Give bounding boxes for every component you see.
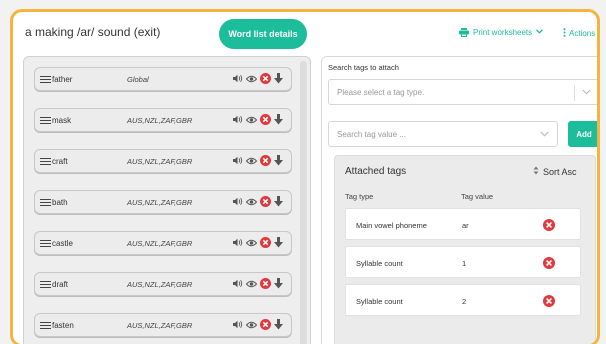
tag-panel: Search tags to attach Please select a ta… xyxy=(321,56,597,344)
remove-tag-icon[interactable] xyxy=(543,218,555,236)
tag-value: ar xyxy=(462,221,469,230)
tag-type-value: Main vowel phoneme xyxy=(356,221,427,230)
drag-handle-icon[interactable] xyxy=(40,76,51,84)
arrow-down-icon[interactable] xyxy=(274,155,283,166)
arrow-down-icon[interactable] xyxy=(274,196,283,207)
eye-icon[interactable] xyxy=(246,116,257,124)
column-header-tag-value: Tag value xyxy=(461,192,494,201)
eye-icon[interactable] xyxy=(246,280,257,288)
tag-type-select[interactable]: Please select a tag type. xyxy=(328,79,597,105)
arrow-down-icon[interactable] xyxy=(274,278,283,289)
arrow-down-icon[interactable] xyxy=(274,114,283,125)
sort-label: Sort Asc xyxy=(543,166,577,177)
arrow-down-icon[interactable] xyxy=(274,319,283,330)
search-tags-label: Search tags to attach xyxy=(328,63,399,72)
word-list-frame: a making /ar/ sound (exit) Word list det… xyxy=(10,9,600,344)
word-list-item[interactable]: craft AUS,NZL,ZAF,GBR xyxy=(34,149,292,173)
drag-handle-icon[interactable] xyxy=(40,322,51,330)
delete-icon[interactable] xyxy=(260,319,271,330)
tag-value-placeholder: Search tag value ... xyxy=(337,129,406,139)
tag-value: 1 xyxy=(462,259,467,268)
tag-type-placeholder: Please select a tag type. xyxy=(337,87,425,97)
word-text: bath xyxy=(52,198,68,207)
word-list-panel: father Global mask AUS,NZL,ZAF,GBR craft AUS,… xyxy=(23,56,311,344)
attached-tag-row: Syllable count 2 xyxy=(345,284,581,316)
word-list-item[interactable]: castle AUS,NZL,ZAF,GBR xyxy=(34,231,292,255)
drag-handle-icon[interactable] xyxy=(40,240,51,248)
tag-value: 2 xyxy=(462,297,467,306)
delete-icon[interactable] xyxy=(260,73,271,84)
drag-handle-icon[interactable] xyxy=(40,281,51,289)
word-regions: AUS,NZL,ZAF,GBR xyxy=(127,198,193,207)
speaker-icon[interactable] xyxy=(233,74,243,83)
column-header-tag-type: Tag type xyxy=(345,192,374,201)
attached-tag-row: Syllable count 1 xyxy=(345,246,581,278)
tag-value-search[interactable]: Search tag value ... xyxy=(328,121,558,147)
eye-icon[interactable] xyxy=(246,157,257,165)
actions-menu[interactable]: Actions xyxy=(563,28,595,39)
word-list-item[interactable]: draft AUS,NZL,ZAF,GBR xyxy=(34,272,292,296)
word-regions: AUS,NZL,ZAF,GBR xyxy=(127,321,193,330)
chevron-down-icon xyxy=(536,29,544,36)
word-list-item[interactable]: fasten AUS,NZL,ZAF,GBR xyxy=(34,313,292,337)
print-worksheets-label: Print worksheets xyxy=(473,28,533,37)
word-list-item[interactable]: bath AUS,NZL,ZAF,GBR xyxy=(34,190,292,214)
delete-icon[interactable] xyxy=(260,237,271,248)
drag-handle-icon[interactable] xyxy=(40,158,51,166)
eye-icon[interactable] xyxy=(246,198,257,206)
drag-handle-icon[interactable] xyxy=(40,199,51,207)
word-text: castle xyxy=(52,239,73,248)
word-regions: AUS,NZL,ZAF,GBR xyxy=(127,157,193,166)
attached-tag-row: Main vowel phoneme ar xyxy=(345,208,581,240)
select-divider xyxy=(574,85,575,101)
page-title: a making /ar/ sound (exit) xyxy=(25,25,161,39)
attached-tags-title: Attached tags xyxy=(345,166,407,177)
eye-icon[interactable] xyxy=(246,321,257,329)
word-list-scrollbar[interactable] xyxy=(300,61,307,344)
word-text: father xyxy=(52,75,73,84)
word-regions: Global xyxy=(127,75,149,84)
word-text: draft xyxy=(52,280,69,289)
word-list-details-button[interactable]: Word list details xyxy=(219,19,307,49)
sort-icon xyxy=(533,166,539,177)
attached-tags-card: Attached tags Sort Asc Tag type Tag valu… xyxy=(334,155,596,344)
sort-toggle[interactable]: Sort Asc xyxy=(533,166,577,177)
actions-label: Actions xyxy=(569,29,596,38)
arrow-down-icon[interactable] xyxy=(274,73,283,84)
kebab-icon xyxy=(563,28,566,39)
word-text: mask xyxy=(52,116,72,125)
word-regions: AUS,NZL,ZAF,GBR xyxy=(127,280,193,289)
delete-icon[interactable] xyxy=(260,196,271,207)
delete-icon[interactable] xyxy=(260,155,271,166)
remove-tag-icon[interactable] xyxy=(543,256,555,274)
add-tag-button[interactable]: Add xyxy=(568,121,597,147)
delete-icon[interactable] xyxy=(260,114,271,125)
speaker-icon[interactable] xyxy=(233,156,243,165)
speaker-icon[interactable] xyxy=(233,238,243,247)
tag-type-value: Syllable count xyxy=(356,297,403,306)
drag-handle-icon[interactable] xyxy=(40,117,51,125)
chevron-down-icon xyxy=(582,88,591,97)
speaker-icon[interactable] xyxy=(233,197,243,206)
speaker-icon[interactable] xyxy=(233,115,243,124)
eye-icon[interactable] xyxy=(246,239,257,247)
word-list-item[interactable]: father Global xyxy=(34,67,292,91)
remove-tag-icon[interactable] xyxy=(543,294,555,312)
word-list-item[interactable]: mask AUS,NZL,ZAF,GBR xyxy=(34,108,292,132)
eye-icon[interactable] xyxy=(246,75,257,83)
print-worksheets-menu[interactable]: Print worksheets xyxy=(459,28,544,37)
word-text: fasten xyxy=(52,321,74,330)
speaker-icon[interactable] xyxy=(233,279,243,288)
word-regions: AUS,NZL,ZAF,GBR xyxy=(127,116,193,125)
delete-icon[interactable] xyxy=(260,278,271,289)
speaker-icon[interactable] xyxy=(233,320,243,329)
chevron-down-icon xyxy=(540,130,549,139)
tag-type-value: Syllable count xyxy=(356,259,403,268)
arrow-down-icon[interactable] xyxy=(274,237,283,248)
word-text: craft xyxy=(52,157,68,166)
word-regions: AUS,NZL,ZAF,GBR xyxy=(127,239,193,248)
printer-icon xyxy=(459,28,469,37)
